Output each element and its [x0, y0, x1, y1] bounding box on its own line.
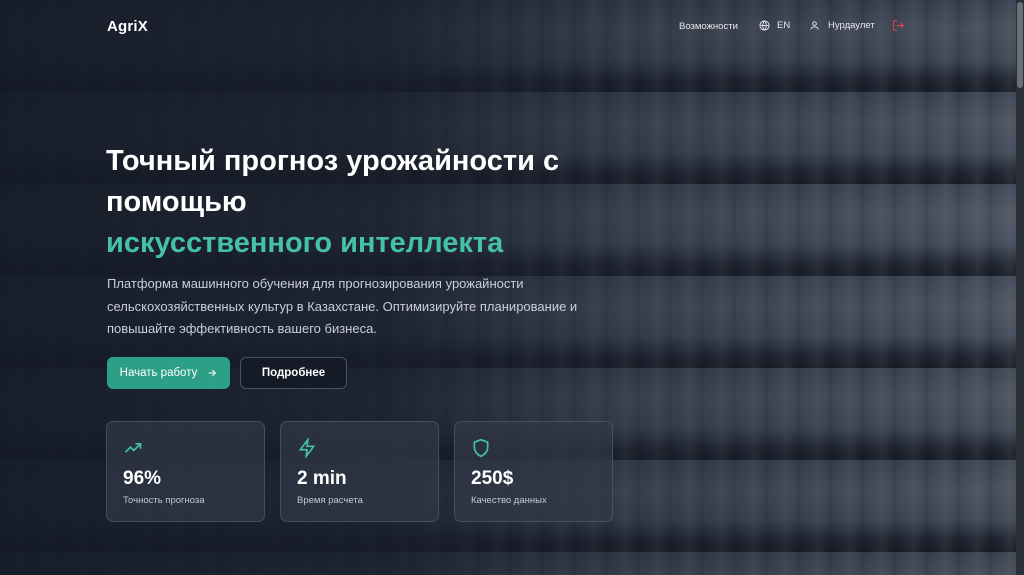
- stat-card-quality: 250$ Качество данных: [454, 421, 613, 522]
- stat-card-time: 2 min Время расчета: [280, 421, 439, 522]
- arrow-right-icon: [207, 368, 217, 378]
- scrollbar-thumb[interactable]: [1017, 2, 1023, 88]
- lightning-icon: [297, 438, 317, 458]
- logo[interactable]: AgriX: [107, 18, 148, 35]
- stat-label: Качество данных: [471, 495, 547, 506]
- top-navigation: AgriX Возможности EN Нурдаулет: [0, 0, 1016, 54]
- hero-title-main: Точный прогноз урожайности с помощью: [106, 145, 560, 218]
- page-scrollbar[interactable]: [1016, 0, 1024, 575]
- user-icon: [809, 20, 820, 31]
- stat-value: 96%: [123, 468, 162, 489]
- language-switcher[interactable]: EN: [759, 20, 790, 31]
- user-menu[interactable]: Нурдаулет: [809, 20, 875, 31]
- landing-page: AgriX Возможности EN Нурдаулет Точный пр…: [0, 0, 1024, 575]
- language-label: EN: [777, 20, 791, 31]
- stat-value: 250$: [471, 468, 514, 489]
- get-started-button[interactable]: Начать работу: [107, 357, 230, 389]
- stat-label: Точность прогноза: [123, 495, 205, 506]
- get-started-label: Начать работу: [119, 367, 198, 379]
- learn-more-label: Подробнее: [261, 367, 326, 379]
- hero-description: Платформа машинного обучения для прогноз…: [107, 276, 578, 336]
- stat-card-accuracy: 96% Точность прогноза: [106, 421, 265, 522]
- hero-title-accent: искусственного интеллекта: [106, 227, 504, 259]
- nav-link-features[interactable]: Возможности: [679, 21, 738, 32]
- trending-up-icon: [123, 438, 143, 458]
- logout-icon[interactable]: [892, 19, 905, 32]
- stat-label: Время расчета: [297, 495, 363, 506]
- hero-title: Точный прогноз урожайности с помощью иск…: [106, 141, 666, 264]
- shield-icon: [471, 438, 491, 458]
- learn-more-button[interactable]: Подробнее: [240, 357, 347, 389]
- stat-value: 2 min: [297, 468, 347, 489]
- user-name: Нурдаулет: [828, 20, 875, 31]
- globe-icon: [759, 20, 770, 31]
